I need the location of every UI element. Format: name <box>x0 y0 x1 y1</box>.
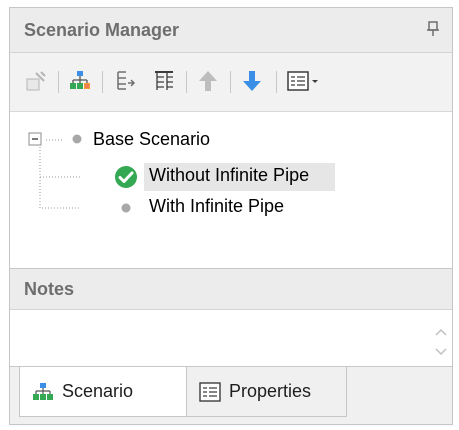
notes-label: Notes <box>24 279 75 299</box>
tree-node-without-infinite-pipe[interactable]: Without Infinite Pipe <box>149 165 309 186</box>
tree-indent-icon[interactable] <box>114 69 138 93</box>
tab-properties-label: Properties <box>229 381 312 401</box>
move-up-arrow-icon[interactable] <box>196 69 220 93</box>
toolbar-separator <box>186 71 187 93</box>
scroll-up-icon[interactable] <box>434 326 448 338</box>
scroll-down-icon[interactable] <box>434 346 448 358</box>
properties-icon <box>199 381 221 402</box>
scenario-tree: Base Scenario Without Infinite Pipe With… <box>10 112 452 269</box>
tree-node-with-infinite-pipe[interactable]: With Infinite Pipe <box>149 196 284 217</box>
tree-structure-icon[interactable] <box>152 69 176 93</box>
view-options-dropdown-icon[interactable] <box>286 69 320 93</box>
scenario-manager-panel: Scenario Manager Base Scenario Without I… <box>9 7 453 425</box>
move-down-arrow-icon[interactable] <box>240 69 264 93</box>
toolbar-separator <box>58 71 59 93</box>
notes-field[interactable] <box>10 310 452 367</box>
scenario-tree-icon[interactable] <box>68 69 92 93</box>
notes-header: Notes <box>10 269 452 310</box>
tree-node-base-scenario[interactable]: Base Scenario <box>93 129 210 150</box>
panel-tabs: Scenario Properties <box>10 367 452 424</box>
tab-properties[interactable]: Properties <box>187 367 347 417</box>
toolbar-separator <box>276 71 277 93</box>
tab-scenario[interactable]: Scenario <box>19 367 187 417</box>
scenario-icon <box>33 382 53 400</box>
pin-icon[interactable] <box>426 20 440 38</box>
scenario-dot-icon <box>121 203 131 213</box>
scenario-dot-icon <box>72 134 82 144</box>
toolbar-separator <box>102 71 103 93</box>
collapse-toggle-icon[interactable] <box>28 132 44 148</box>
panel-title: Scenario Manager <box>24 20 180 40</box>
tab-scenario-label: Scenario <box>62 381 134 401</box>
toolbar-separator <box>230 71 231 93</box>
new-scenario-icon[interactable] <box>24 69 48 93</box>
scenario-toolbar <box>10 53 452 112</box>
current-scenario-check-icon <box>115 166 137 188</box>
panel-titlebar: Scenario Manager <box>10 8 452 53</box>
